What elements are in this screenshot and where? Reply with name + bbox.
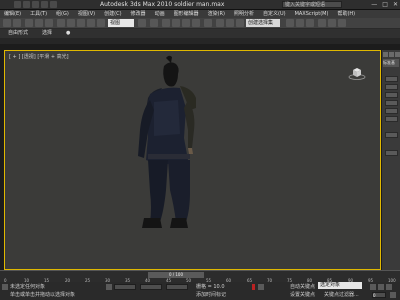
render-production-icon[interactable] bbox=[338, 19, 346, 27]
viewcube-icon[interactable] bbox=[348, 66, 366, 80]
modify-tab-icon[interactable] bbox=[389, 52, 394, 57]
object-type-button[interactable] bbox=[385, 100, 398, 106]
go-to-end-icon[interactable] bbox=[386, 284, 392, 290]
menu-help[interactable]: 帮助(H) bbox=[337, 10, 355, 18]
undo-icon[interactable] bbox=[41, 1, 48, 8]
menu-rendering[interactable]: 渲染(R) bbox=[208, 10, 225, 18]
current-frame-field[interactable]: 0 bbox=[372, 292, 386, 298]
auto-key-button[interactable]: 自动关键点 bbox=[290, 283, 315, 290]
zoom-icon[interactable] bbox=[390, 292, 396, 298]
main-toolbar: 视图 创建选择集 bbox=[0, 18, 400, 29]
y-coordinate-field[interactable] bbox=[140, 284, 162, 290]
x-coordinate-field[interactable] bbox=[114, 284, 136, 290]
reference-coordinate-dropdown[interactable]: 视图 bbox=[108, 19, 134, 27]
maximize-button[interactable]: □ bbox=[382, 1, 388, 8]
menu-animation[interactable]: 动画 bbox=[155, 10, 165, 18]
maxscript-listener-icon[interactable] bbox=[2, 284, 8, 290]
set-key-button[interactable]: 设置关键点 bbox=[290, 291, 315, 298]
command-panel: 标准基 bbox=[382, 50, 400, 270]
menu-edit[interactable]: 编辑(E) bbox=[4, 10, 21, 18]
align-icon[interactable] bbox=[226, 19, 234, 27]
save-file-icon[interactable] bbox=[32, 1, 39, 8]
grid-size: 栅格 = 10.0 bbox=[196, 284, 225, 290]
tab-selection[interactable]: 选择 bbox=[42, 30, 52, 37]
key-filters-button[interactable]: 关键点过滤器... bbox=[324, 291, 359, 298]
ribbon-toggle-icon[interactable]: ● bbox=[66, 30, 70, 37]
select-and-move-icon[interactable] bbox=[77, 19, 85, 27]
menu-customize[interactable]: 自定义(U) bbox=[263, 10, 286, 18]
snaps-toggle-icon[interactable] bbox=[162, 19, 170, 27]
auto-key-indicator bbox=[252, 284, 255, 290]
title-bar: Autodesk 3ds Max 2010 soldier man.max 键入… bbox=[0, 0, 400, 10]
named-selection-dropdown[interactable]: 创建选择集 bbox=[246, 19, 280, 27]
percent-snap-icon[interactable] bbox=[182, 19, 190, 27]
menu-create[interactable]: 创建(C) bbox=[104, 10, 121, 18]
z-coordinate-field[interactable] bbox=[166, 284, 188, 290]
quick-access-toolbar bbox=[14, 1, 57, 8]
select-object-icon[interactable] bbox=[57, 19, 65, 27]
edit-named-selection-icon[interactable] bbox=[204, 19, 212, 27]
perspective-viewport[interactable]: [ + ] [透视] [平滑 + 高光] bbox=[4, 50, 381, 270]
prompt-line: 单击或单击并拖动以选择对象 bbox=[10, 292, 76, 298]
name-color-field[interactable] bbox=[385, 132, 398, 138]
redo-icon[interactable] bbox=[13, 19, 21, 27]
object-type-button[interactable] bbox=[385, 76, 398, 82]
mirror-icon[interactable] bbox=[216, 19, 224, 27]
open-file-icon[interactable] bbox=[23, 1, 30, 8]
add-time-tag[interactable]: 添加时间标记 bbox=[196, 291, 226, 298]
pivot-center-icon[interactable] bbox=[138, 19, 146, 27]
select-and-rotate-icon[interactable] bbox=[87, 19, 95, 27]
layer-manager-icon[interactable] bbox=[236, 19, 244, 27]
object-type-button[interactable] bbox=[385, 108, 398, 114]
render-setup-icon[interactable] bbox=[318, 19, 326, 27]
spinner-snap-icon[interactable] bbox=[192, 19, 200, 27]
select-by-name-icon[interactable] bbox=[67, 19, 75, 27]
set-key-icon[interactable] bbox=[258, 284, 264, 290]
schematic-view-icon[interactable] bbox=[296, 19, 304, 27]
menu-maxscript[interactable]: MAXScript(M) bbox=[295, 10, 329, 18]
redo-icon[interactable] bbox=[50, 1, 57, 8]
menu-graph-editors[interactable]: 图形编辑器 bbox=[174, 10, 199, 18]
link-icon[interactable] bbox=[25, 19, 33, 27]
minimize-button[interactable]: — bbox=[371, 1, 377, 8]
object-type-button[interactable] bbox=[385, 84, 398, 90]
menu-views[interactable]: 视图(V) bbox=[78, 10, 95, 18]
new-file-icon[interactable] bbox=[14, 1, 21, 8]
parameters-rollout[interactable] bbox=[385, 150, 398, 156]
menu-tools[interactable]: 工具(T) bbox=[30, 10, 47, 18]
close-button[interactable]: ✕ bbox=[393, 1, 398, 8]
rendered-frame-window-icon[interactable] bbox=[328, 19, 336, 27]
create-tab-icon[interactable] bbox=[383, 52, 388, 57]
select-manipulate-icon[interactable] bbox=[150, 19, 158, 27]
object-type-button[interactable] bbox=[385, 92, 398, 98]
selection-set-dropdown[interactable]: 选定对象 bbox=[318, 282, 362, 289]
object-type-dropdown[interactable]: 标准基 bbox=[383, 59, 399, 67]
play-icon[interactable] bbox=[378, 284, 384, 290]
hierarchy-tab-icon[interactable] bbox=[395, 52, 400, 57]
search-input[interactable]: 键入关键字或短语 bbox=[282, 1, 342, 8]
menu-modifiers[interactable]: 修改器 bbox=[131, 10, 146, 18]
ribbon: 自由形式 选择 ● bbox=[0, 29, 400, 38]
undo-icon[interactable] bbox=[3, 19, 11, 27]
menu-group[interactable]: 组(G) bbox=[56, 10, 69, 18]
tab-freeform[interactable]: 自由形式 bbox=[8, 30, 28, 37]
status-bar: 未选定任何对象 单击或单击并拖动以选择对象 栅格 = 10.0 添加时间标记 自… bbox=[0, 282, 400, 300]
window-controls: — □ ✕ bbox=[371, 1, 398, 8]
soldier-character-model[interactable] bbox=[4, 50, 381, 270]
object-type-button[interactable] bbox=[385, 116, 398, 122]
ribbon-panel bbox=[0, 38, 400, 44]
curve-editor-icon[interactable] bbox=[286, 19, 294, 27]
lock-selection-icon[interactable] bbox=[106, 284, 112, 290]
menu-bar: 编辑(E) 工具(T) 组(G) 视图(V) 创建(C) 修改器 动画 图形编辑… bbox=[0, 10, 400, 18]
bind-space-warp-icon[interactable] bbox=[45, 19, 53, 27]
material-editor-icon[interactable] bbox=[306, 19, 314, 27]
window-title: Autodesk 3ds Max 2010 soldier man.max bbox=[100, 1, 225, 8]
go-to-start-icon[interactable] bbox=[370, 284, 376, 290]
select-and-scale-icon[interactable] bbox=[97, 19, 105, 27]
selection-status: 未选定任何对象 bbox=[10, 284, 46, 290]
unlink-icon[interactable] bbox=[35, 19, 43, 27]
angle-snap-icon[interactable] bbox=[172, 19, 180, 27]
menu-lighting-analysis[interactable]: 照明分析 bbox=[234, 10, 254, 18]
